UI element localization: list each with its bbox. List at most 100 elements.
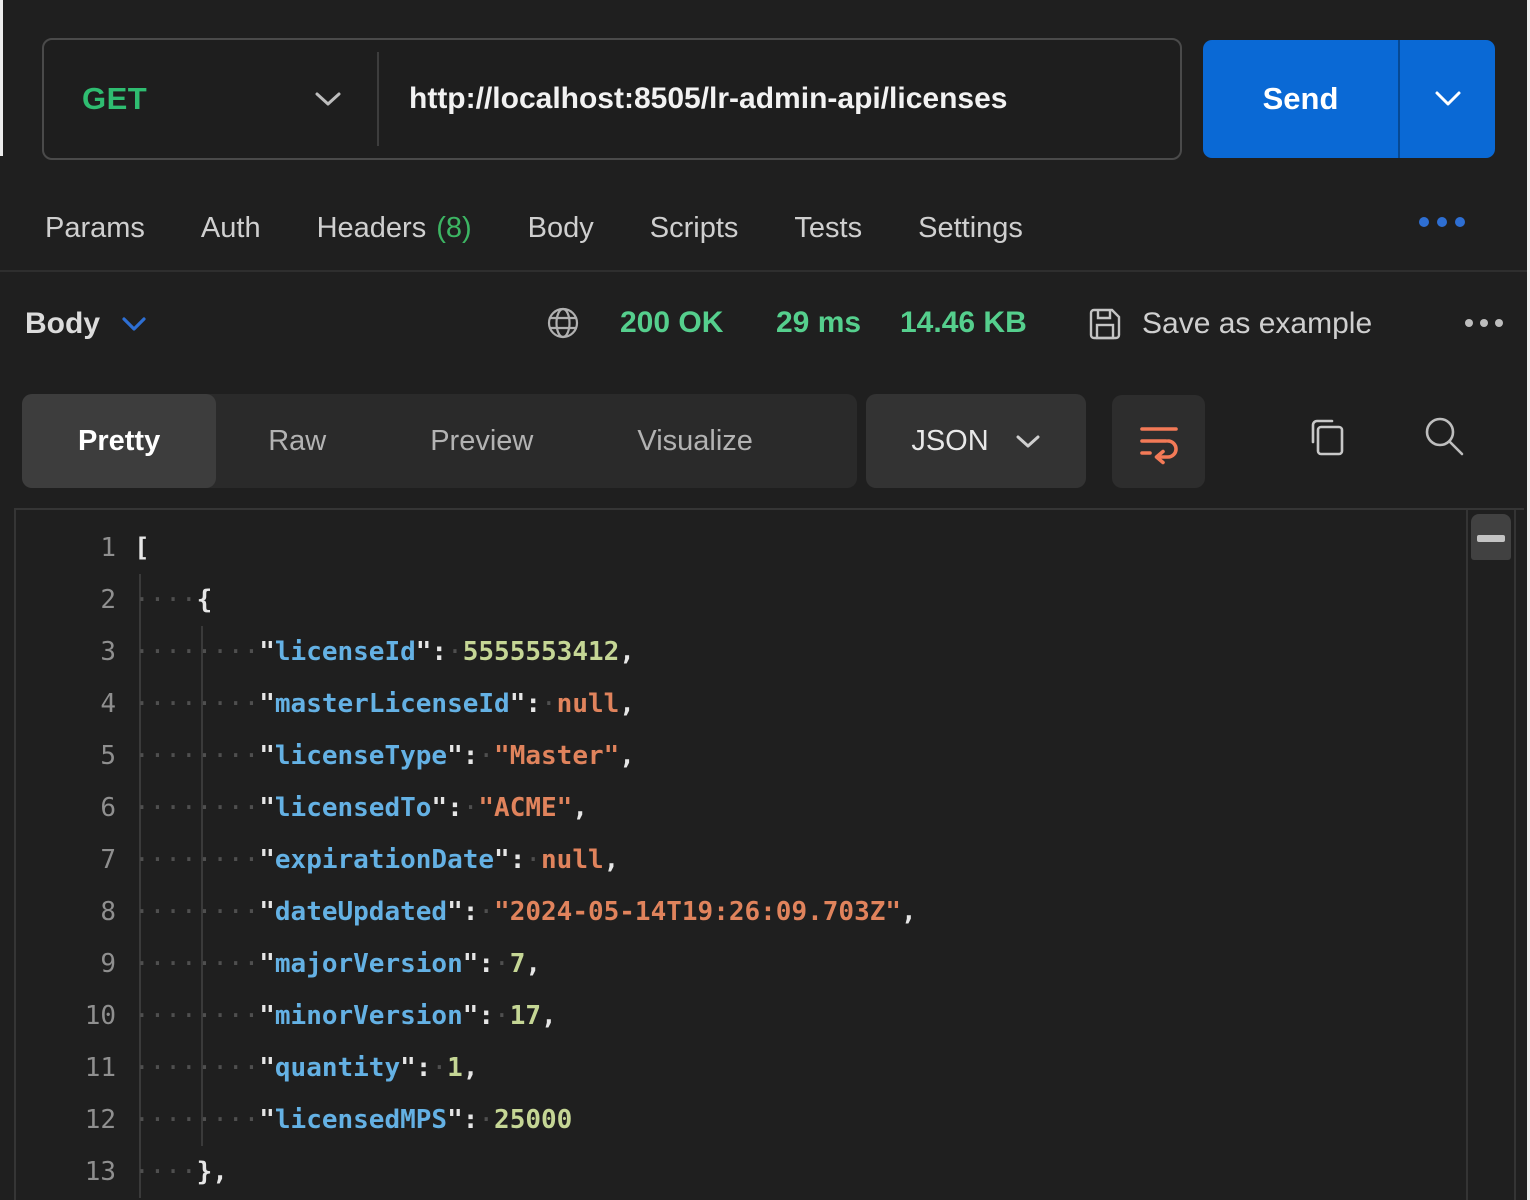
- token-ws: ········: [134, 1053, 259, 1083]
- tab-settings[interactable]: Settings: [918, 212, 1023, 245]
- token-key: dateUpdated: [275, 897, 447, 927]
- line-number: 9: [16, 938, 134, 990]
- tab-count-badge: (8): [436, 212, 471, 245]
- line-content: ········"licenseId":·5555553412,: [134, 626, 635, 678]
- response-size[interactable]: 14.46 KB: [900, 306, 1027, 340]
- token-pn: ,: [604, 845, 620, 875]
- view-tab-raw[interactable]: Raw: [216, 394, 378, 488]
- tab-label: Body: [528, 212, 594, 245]
- code-lines: 1[2····{3········"licenseId":·5555553412…: [16, 522, 1464, 1198]
- token-ws: ·: [478, 1105, 494, 1135]
- token-ws: ········: [134, 949, 259, 979]
- token-pn: ":: [400, 1053, 431, 1083]
- token-pn: ,: [525, 949, 541, 979]
- line-content: ········"minorVersion":·17,: [134, 990, 557, 1042]
- token-pn: ": [259, 949, 275, 979]
- token-key: licensedMPS: [275, 1105, 447, 1135]
- token-nul: null: [541, 845, 604, 875]
- token-pn: ": [259, 793, 275, 823]
- view-tab-visualize[interactable]: Visualize: [585, 394, 805, 488]
- response-view-tabs: PrettyRawPreviewVisualize: [22, 394, 857, 488]
- tab-headers[interactable]: Headers(8): [317, 212, 472, 245]
- more-options-icon[interactable]: [1416, 214, 1468, 230]
- copy-response-button[interactable]: [1300, 412, 1352, 464]
- token-pn: ":: [510, 689, 541, 719]
- view-tab-pretty[interactable]: Pretty: [22, 394, 216, 488]
- token-pn: ,: [572, 793, 588, 823]
- token-pn: ,: [901, 897, 917, 927]
- request-tabs: Params Auth Headers(8) Body Scripts Tests Sett…: [45, 198, 1023, 258]
- send-button[interactable]: Send: [1203, 40, 1495, 158]
- chevron-down-icon: [1431, 88, 1465, 110]
- line-number: 8: [16, 886, 134, 938]
- copy-icon: [1300, 412, 1352, 464]
- token-num: 7: [510, 949, 526, 979]
- status-badge[interactable]: 200 OK: [620, 306, 723, 340]
- wrap-lines-button[interactable]: [1112, 395, 1205, 488]
- code-line: 1[: [16, 522, 1464, 574]
- chevron-down-icon: [120, 315, 148, 333]
- send-label: Send: [1203, 40, 1398, 158]
- tab-scripts[interactable]: Scripts: [650, 212, 739, 245]
- token-pn: ":: [447, 897, 478, 927]
- tab-label: Tests: [794, 212, 862, 245]
- token-ws: ········: [134, 897, 259, 927]
- token-ws: ········: [134, 689, 259, 719]
- token-pn: ": [259, 1053, 275, 1083]
- wrap-lines-icon: [1135, 418, 1183, 466]
- code-line: 12········"licensedMPS":·25000: [16, 1094, 1464, 1146]
- url-input[interactable]: http://localhost:8505/lr-admin-api/licen…: [379, 82, 1180, 116]
- tab-label: Scripts: [650, 212, 739, 245]
- api-client-window: GET http://localhost:8505/lr-admin-api/l…: [0, 0, 1530, 1200]
- line-number: 6: [16, 782, 134, 834]
- token-ws: ·: [494, 949, 510, 979]
- line-number: 11: [16, 1042, 134, 1094]
- tab-params[interactable]: Params: [45, 212, 145, 245]
- line-number: 5: [16, 730, 134, 782]
- format-selector[interactable]: JSON: [866, 394, 1086, 488]
- scrollbar-track[interactable]: [1466, 510, 1516, 1200]
- tab-auth[interactable]: Auth: [201, 212, 261, 245]
- network-globe-icon[interactable]: [544, 304, 582, 342]
- line-number: 10: [16, 990, 134, 1042]
- token-key: masterLicenseId: [275, 689, 510, 719]
- line-number: 1: [16, 522, 134, 574]
- divider: [0, 270, 1530, 272]
- tab-label: Settings: [918, 212, 1023, 245]
- token-pn: ": [259, 637, 275, 667]
- token-ws: ········: [134, 1105, 259, 1135]
- view-tab-preview[interactable]: Preview: [378, 394, 585, 488]
- response-time[interactable]: 29 ms: [776, 306, 861, 340]
- token-ws: ········: [134, 741, 259, 771]
- tab-label: Auth: [201, 212, 261, 245]
- token-ws: ·: [447, 637, 463, 667]
- line-content: ········"licenseType":·"Master",: [134, 730, 635, 782]
- search-response-button[interactable]: [1418, 410, 1470, 462]
- token-pn: ": [259, 845, 275, 875]
- response-body-viewer: 1[2····{3········"licenseId":·5555553412…: [14, 508, 1524, 1200]
- method-selector[interactable]: GET: [44, 40, 377, 158]
- scroll-position-marker: [1477, 535, 1505, 542]
- code-line: 6········"licensedTo":·"ACME",: [16, 782, 1464, 834]
- line-content: ········"dateUpdated":·"2024-05-14T19:26…: [134, 886, 917, 938]
- code-line: 2····{: [16, 574, 1464, 626]
- window-edge: [0, 0, 3, 156]
- tab-body[interactable]: Body: [528, 212, 594, 245]
- tab-tests[interactable]: Tests: [794, 212, 862, 245]
- response-body-label: Body: [25, 307, 100, 341]
- token-pn: ":: [494, 845, 525, 875]
- chevron-down-icon: [1015, 433, 1041, 450]
- token-pn: [: [134, 533, 150, 563]
- token-ws: ·: [478, 741, 494, 771]
- more-options-icon[interactable]: [1462, 316, 1506, 330]
- line-content: ········"licensedMPS":·25000: [134, 1094, 572, 1146]
- response-body-selector[interactable]: Body: [25, 294, 148, 354]
- token-pn: ": [259, 1001, 275, 1031]
- scrollbar-thumb[interactable]: [1471, 514, 1511, 560]
- token-str: "ACME": [478, 793, 572, 823]
- token-key: quantity: [275, 1053, 400, 1083]
- token-ws: ····: [134, 1157, 197, 1187]
- code-line: 5········"licenseType":·"Master",: [16, 730, 1464, 782]
- send-options-button[interactable]: [1400, 40, 1495, 158]
- save-as-example-button[interactable]: Save as example: [1086, 294, 1372, 354]
